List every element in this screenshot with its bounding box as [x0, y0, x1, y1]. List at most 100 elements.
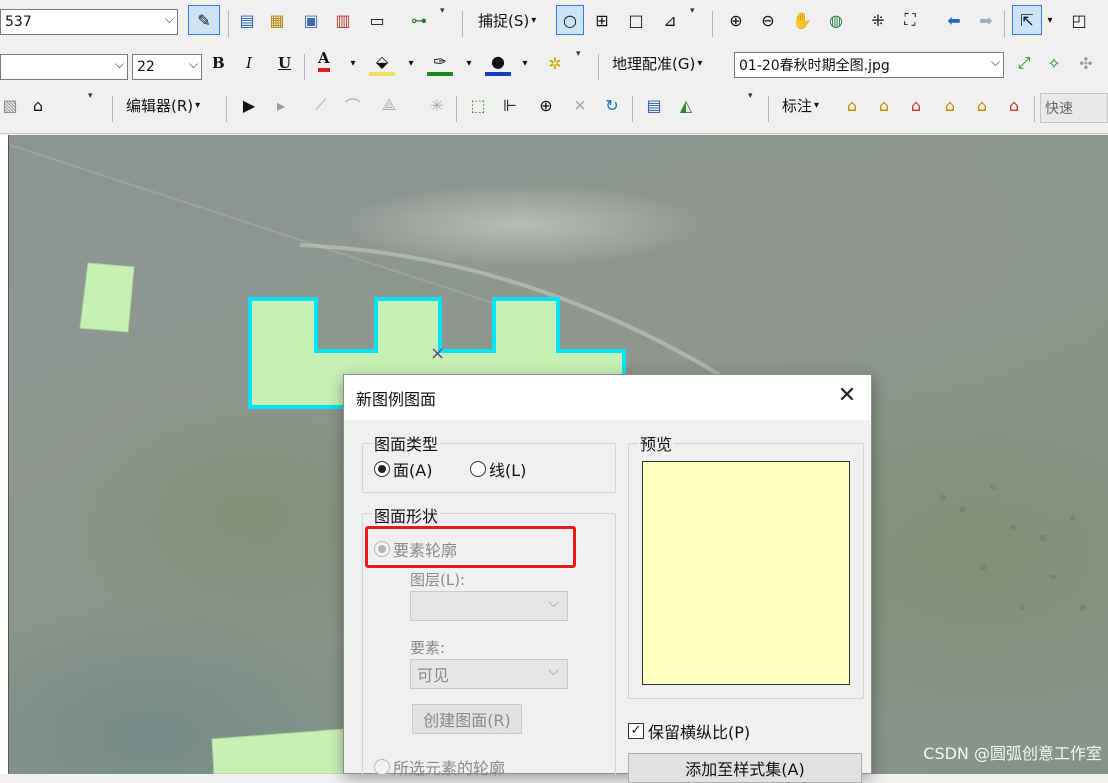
edit-annotation-button[interactable]: ▸: [268, 90, 294, 120]
quick-label-combo[interactable]: 快速: [1040, 93, 1108, 123]
marker-color-dropdown[interactable]: ▾: [518, 48, 532, 78]
end-point-arc-button[interactable]: ⌒: [340, 90, 366, 120]
pen-icon: ✑: [427, 50, 453, 76]
georef-layer-combo[interactable]: 01-20春秋时期全图.jpg ⌵: [734, 52, 1004, 78]
model-builder-button[interactable]: ⊶: [404, 5, 434, 35]
layer-label: 图层(L):: [410, 571, 466, 589]
font-color-button[interactable]: A: [318, 48, 330, 72]
edit-vertices-button[interactable]: ⬚: [464, 90, 492, 120]
zoom-out-button[interactable]: ⊖: [754, 5, 782, 35]
auto-registration-icon: ✧: [1047, 53, 1061, 73]
add-control-points-button[interactable]: ⤢: [1010, 48, 1038, 78]
pause-labeling-button[interactable]: ⌂: [1000, 90, 1028, 120]
toolbar-grip[interactable]: ▾: [440, 7, 450, 41]
sketch-properties-button[interactable]: ◭: [672, 90, 700, 120]
line-color-dropdown[interactable]: ▾: [462, 48, 476, 78]
select-features-button[interactable]: ⇱: [1012, 5, 1042, 35]
feature-select[interactable]: 可见 ⌵: [410, 659, 568, 689]
circle-icon: ○: [563, 10, 577, 30]
village-texture: [940, 485, 1086, 610]
italic-label: I: [246, 54, 252, 72]
trace-button[interactable]: ⟁: [374, 90, 404, 120]
template-button[interactable]: ⌂: [24, 90, 52, 120]
straight-segment-button[interactable]: ⟋: [308, 90, 334, 120]
italic-button[interactable]: I: [246, 48, 252, 78]
arctoolbox-button[interactable]: ▥: [330, 5, 356, 35]
pan-button[interactable]: ✋: [788, 5, 816, 35]
shadow-color-button[interactable]: ✲: [540, 48, 570, 78]
toolbar-grip[interactable]: ▾: [690, 7, 700, 41]
grid-square-icon: ⊞: [595, 10, 609, 30]
auto-registration-button[interactable]: ✧: [1040, 48, 1068, 78]
cut-polygons-button[interactable]: ⊕: [532, 90, 560, 120]
full-extent-button[interactable]: ◍: [822, 5, 850, 35]
zoom-in-button[interactable]: ⊕: [722, 5, 750, 35]
reshape-feature-button[interactable]: ⊩: [496, 90, 524, 120]
create-patch-button[interactable]: 创建图面(R): [412, 704, 522, 734]
labeling-label: 标注: [782, 96, 813, 115]
snap-end-button[interactable]: ⊞: [588, 5, 616, 35]
table-of-contents-button[interactable]: ▤: [234, 5, 260, 35]
window-icon: ▣: [303, 10, 319, 30]
separator: [456, 96, 457, 122]
line-color-button[interactable]: ✑: [426, 48, 454, 78]
view-unplaced-labels-button[interactable]: ⌂: [968, 90, 996, 120]
editor-menu[interactable]: 编辑器(R) ▾: [126, 90, 200, 120]
keep-aspect-ratio-checkbox[interactable]: ✓ 保留横纵比(P): [628, 719, 750, 743]
georeferencing-menu[interactable]: 地理配准(G) ▾: [612, 48, 702, 78]
patch-type-area-label: 面(A): [393, 461, 433, 480]
font-size-combo[interactable]: 22 ⌵: [132, 54, 202, 80]
split-tool-button[interactable]: ✕: [566, 90, 594, 120]
rotate-tool-button[interactable]: ↻: [598, 90, 626, 120]
python-window-button[interactable]: ▭: [364, 5, 390, 35]
scale-combo[interactable]: 537 ⌵: [0, 9, 178, 35]
back-extent-button[interactable]: ⬅: [940, 5, 968, 35]
arrow-right-icon: ➡: [979, 10, 993, 30]
select-dropdown[interactable]: ▾: [1044, 5, 1056, 35]
font-color-dropdown[interactable]: ▾: [346, 48, 360, 78]
catalog-button[interactable]: ▦: [264, 5, 290, 35]
label-weights-icon: ⌂: [910, 95, 922, 115]
label-weights-button[interactable]: ⌂: [902, 90, 930, 120]
add-to-style-button[interactable]: 添加至样式集(A): [628, 753, 862, 783]
label-manager-button[interactable]: ⌂: [838, 90, 866, 120]
fixed-zoom-in-button[interactable]: ⁜: [864, 5, 892, 35]
toolbar-grip[interactable]: ▾: [748, 92, 758, 126]
snapping-label: 捕捉(S): [478, 11, 530, 30]
snapping-menu[interactable]: 捕捉(S) ▾: [478, 5, 536, 35]
font-name-combo[interactable]: ⌵: [0, 54, 128, 80]
fill-color-button[interactable]: ⬙: [368, 48, 396, 78]
label-priority-button[interactable]: ⌂: [870, 90, 898, 120]
edit-tool-button[interactable]: ✎: [188, 5, 220, 35]
toolbar-grip[interactable]: ▾: [88, 92, 98, 126]
dialog-titlebar[interactable]: 新图例图面: [344, 375, 871, 420]
attributes-button[interactable]: ▤: [640, 90, 668, 120]
marker-color-button[interactable]: ●: [484, 48, 512, 78]
clear-selection-button[interactable]: ◰: [1066, 5, 1092, 35]
layout-button[interactable]: ▧: [0, 90, 20, 120]
snap-edge-button[interactable]: ⊿: [656, 5, 684, 35]
lock-labels-button[interactable]: ⌂: [936, 90, 964, 120]
dropdown-arrow-icon: ▾: [466, 57, 472, 69]
map-polygon-bottom[interactable]: [211, 728, 345, 774]
patch-type-area-radio[interactable]: 面(A): [374, 457, 432, 481]
edit-tool-arrow-button[interactable]: ▶: [236, 90, 262, 120]
layer-select[interactable]: ⌵: [410, 591, 568, 621]
radio-empty-icon: [374, 759, 390, 775]
fill-color-dropdown[interactable]: ▾: [404, 48, 418, 78]
snap-vertex-button[interactable]: □: [622, 5, 650, 35]
patch-type-line-radio[interactable]: 线(L): [470, 457, 526, 481]
update-display-button[interactable]: ✣: [1072, 48, 1100, 78]
selected-element-outline-radio[interactable]: 所选元素的轮廓: [374, 755, 505, 779]
underline-button[interactable]: U: [278, 48, 291, 78]
labeling-menu[interactable]: 标注 ▾: [782, 90, 819, 120]
search-window-button[interactable]: ▣: [298, 5, 324, 35]
point-tool-button[interactable]: ✳: [424, 90, 450, 120]
close-icon[interactable]: ✕: [835, 385, 859, 409]
forward-extent-button[interactable]: ➡: [972, 5, 1000, 35]
snap-point-button[interactable]: ○: [556, 5, 584, 35]
toolbar-grip[interactable]: ▾: [576, 50, 586, 84]
bold-button[interactable]: B: [212, 48, 225, 78]
fixed-zoom-out-button[interactable]: ⛶: [896, 5, 924, 35]
map-polygon-small[interactable]: [79, 262, 135, 333]
